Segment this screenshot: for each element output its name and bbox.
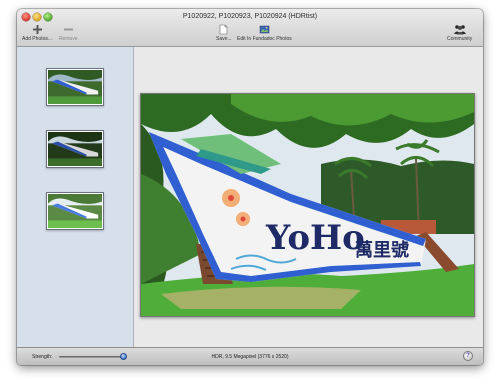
titlebar: P1020922, P1020923, P1020924 (HDRtist) A…	[17, 9, 483, 47]
edit-in-photos-button[interactable]: Edit In Fundadoc Photos	[237, 24, 292, 42]
remove-button[interactable]: Remove	[59, 24, 78, 42]
remove-label: Remove	[59, 36, 78, 42]
edit-in-photos-label: Edit In Fundadoc Photos	[237, 36, 292, 42]
save-label: Save...	[216, 36, 232, 42]
help-button[interactable]: ?	[463, 351, 473, 361]
hdr-preview-image: YoHo 萬里號	[140, 93, 475, 317]
source-thumbnail[interactable]	[46, 130, 104, 168]
minus-icon	[63, 28, 73, 31]
source-photos-sidebar	[17, 47, 134, 347]
source-thumbnail[interactable]	[46, 192, 104, 230]
boat-lettering: YoHo	[265, 218, 365, 258]
boat-chinese-lettering: 萬里號	[355, 240, 409, 261]
image-info-status: HDR, 9.5 Megapixel (3776 x 2520)	[211, 354, 289, 360]
app-window: P1020922, P1020923, P1020924 (HDRtist) A…	[17, 9, 483, 365]
bottom-bar: Strength: HDR, 9.5 Megapixel (3776 x 252…	[17, 347, 483, 365]
add-photos-label: Add Photos...	[22, 36, 53, 42]
source-photo-image	[48, 70, 102, 104]
community-label: Community	[447, 36, 473, 42]
source-photo-image	[48, 132, 102, 166]
help-icon: ?	[466, 353, 470, 359]
community-button[interactable]: Community	[447, 24, 472, 42]
add-photos-button[interactable]: Add Photos...	[22, 24, 52, 42]
source-photo-image	[48, 194, 102, 228]
photos-icon	[259, 25, 270, 34]
save-icon	[219, 24, 228, 35]
plus-icon	[32, 25, 42, 34]
source-thumbnail[interactable]	[46, 68, 104, 106]
window-title: P1020922, P1020923, P1020924 (HDRtist)	[182, 13, 318, 20]
save-button[interactable]: Save...	[216, 24, 232, 42]
preview-area: YoHo 萬里號	[134, 47, 483, 347]
community-icon	[453, 25, 466, 35]
